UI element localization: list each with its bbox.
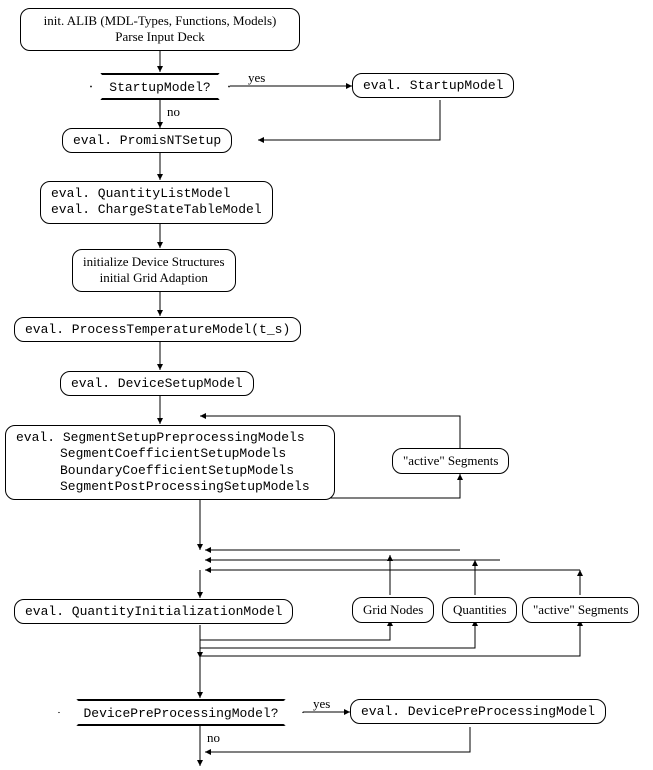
eval-processtemperature-label: eval. ProcessTemperatureModel(t_s) xyxy=(25,322,290,337)
eval-devicesetup-node: eval. DeviceSetupModel xyxy=(60,371,254,396)
active-segments-loop-2: "active" Segments xyxy=(522,597,639,623)
eval-devicepreprocessing-node: eval. DevicePreProcessingModel xyxy=(350,699,606,724)
init-alib-node: init. ALIB (MDL-Types, Functions, Models… xyxy=(20,8,300,51)
eval-quantityinit-node: eval. QuantityInitializationModel xyxy=(14,599,293,624)
device-preprocessing-decision-label: DevicePreProcessingModel? xyxy=(83,706,278,721)
eval-quantityinit-label: eval. QuantityInitializationModel xyxy=(25,604,282,619)
eval-quantitylist-l2: eval. ChargeStateTableModel xyxy=(51,202,262,218)
startup-yes-label: yes xyxy=(248,70,265,86)
startup-model-decision: StartupModel? xyxy=(90,73,230,100)
startup-model-decision-label: StartupModel? xyxy=(109,80,210,95)
seg-l1: eval. SegmentSetupPreprocessingModels xyxy=(16,430,324,446)
grid-nodes-loop-label: Grid Nodes xyxy=(363,602,423,617)
init-device-l1: initialize Device Structures xyxy=(83,254,225,270)
init-device-l2: initial Grid Adaption xyxy=(83,270,225,286)
eval-startupmodel-label: eval. StartupModel xyxy=(363,78,503,93)
seg-l4: SegmentPostProcessingSetupModels xyxy=(16,479,324,495)
quantities-loop-label: Quantities xyxy=(453,602,506,617)
eval-segment-models-node: eval. SegmentSetupPreprocessingModels Se… xyxy=(5,425,335,500)
seg-l2: SegmentCoefficientSetupModels xyxy=(16,446,324,462)
eval-quantitylist-node: eval. QuantityListModel eval. ChargeStat… xyxy=(40,181,273,224)
eval-promisntsetup-label: eval. PromisNTSetup xyxy=(73,133,221,148)
device-preprocessing-decision: DevicePreProcessingModel? xyxy=(58,699,304,726)
eval-startupmodel-node: eval. StartupModel xyxy=(352,73,514,98)
seg-l3: BoundaryCoefficientSetupModels xyxy=(16,463,324,479)
eval-devicesetup-label: eval. DeviceSetupModel xyxy=(71,376,243,391)
active-segments-loop-1: "active" Segments xyxy=(392,448,509,474)
init-alib-line2: Parse Input Deck xyxy=(31,29,289,45)
quantities-loop: Quantities xyxy=(442,597,517,623)
eval-processtemperature-node: eval. ProcessTemperatureModel(t_s) xyxy=(14,317,301,342)
init-alib-line1: init. ALIB (MDL-Types, Functions, Models… xyxy=(31,13,289,29)
startup-no-label: no xyxy=(167,104,180,120)
device-preproc-yes-label: yes xyxy=(313,696,330,712)
eval-promisntsetup-node: eval. PromisNTSetup xyxy=(62,128,232,153)
grid-nodes-loop: Grid Nodes xyxy=(352,597,434,623)
active-segments-loop-2-label: "active" Segments xyxy=(533,602,628,617)
eval-quantitylist-l1: eval. QuantityListModel xyxy=(51,186,262,202)
device-preproc-no-label: no xyxy=(207,730,220,746)
active-segments-loop-1-label: "active" Segments xyxy=(403,453,498,468)
init-device-structures-node: initialize Device Structures initial Gri… xyxy=(72,249,236,292)
eval-devicepreprocessing-label: eval. DevicePreProcessingModel xyxy=(361,704,595,719)
